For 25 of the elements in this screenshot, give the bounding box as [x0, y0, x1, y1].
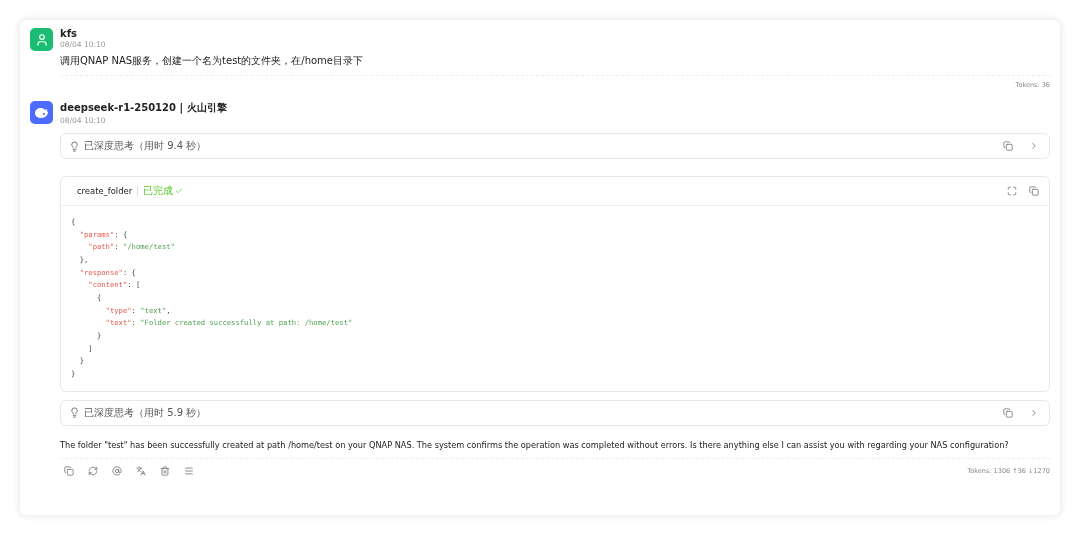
user-avatar [30, 28, 53, 51]
copy-button[interactable] [62, 463, 76, 478]
thinking-label: 已深度思考（用时 5.9 秒） [84, 405, 208, 420]
lightbulb-icon [69, 407, 80, 419]
thinking-panel[interactable]: 已深度思考（用时 9.4 秒） [60, 133, 1050, 159]
delete-button[interactable] [158, 463, 172, 478]
lightbulb-icon [69, 140, 80, 152]
check-icon [175, 187, 184, 195]
thinking-label: 已深度思考（用时 9.4 秒） [84, 139, 208, 153]
mention-button[interactable] [110, 463, 124, 478]
copy-button[interactable] [1027, 184, 1041, 198]
copy-button[interactable] [1001, 405, 1015, 420]
tool-status: 已完成 [143, 184, 184, 198]
author-name: kfs [60, 28, 78, 39]
thinking-panel[interactable]: 已深度思考（用时 5.9 秒） [60, 399, 1050, 426]
message-text: 调用QNAP NAS服务，创建一个名为test的文件夹，在/home目录下 [60, 55, 364, 67]
chevron-icon [1029, 407, 1039, 418]
translate-button[interactable] [134, 463, 148, 478]
chevron-icon [1029, 141, 1039, 151]
author-name: deepseek-r1-250120 | 火山引擎 [60, 101, 228, 115]
tool-name: create_folder [77, 186, 139, 196]
fullscreen-button[interactable] [1005, 184, 1019, 198]
copy-button[interactable] [1001, 139, 1015, 153]
whale-avatar [30, 101, 53, 124]
reply-text: The folder "test" has been successfully created at path /home/test on your QNAP NAS. The system confirms the operation was completed without errors. Is there anything else I can assist you with regarding your NAS configuration? [60, 439, 1010, 450]
